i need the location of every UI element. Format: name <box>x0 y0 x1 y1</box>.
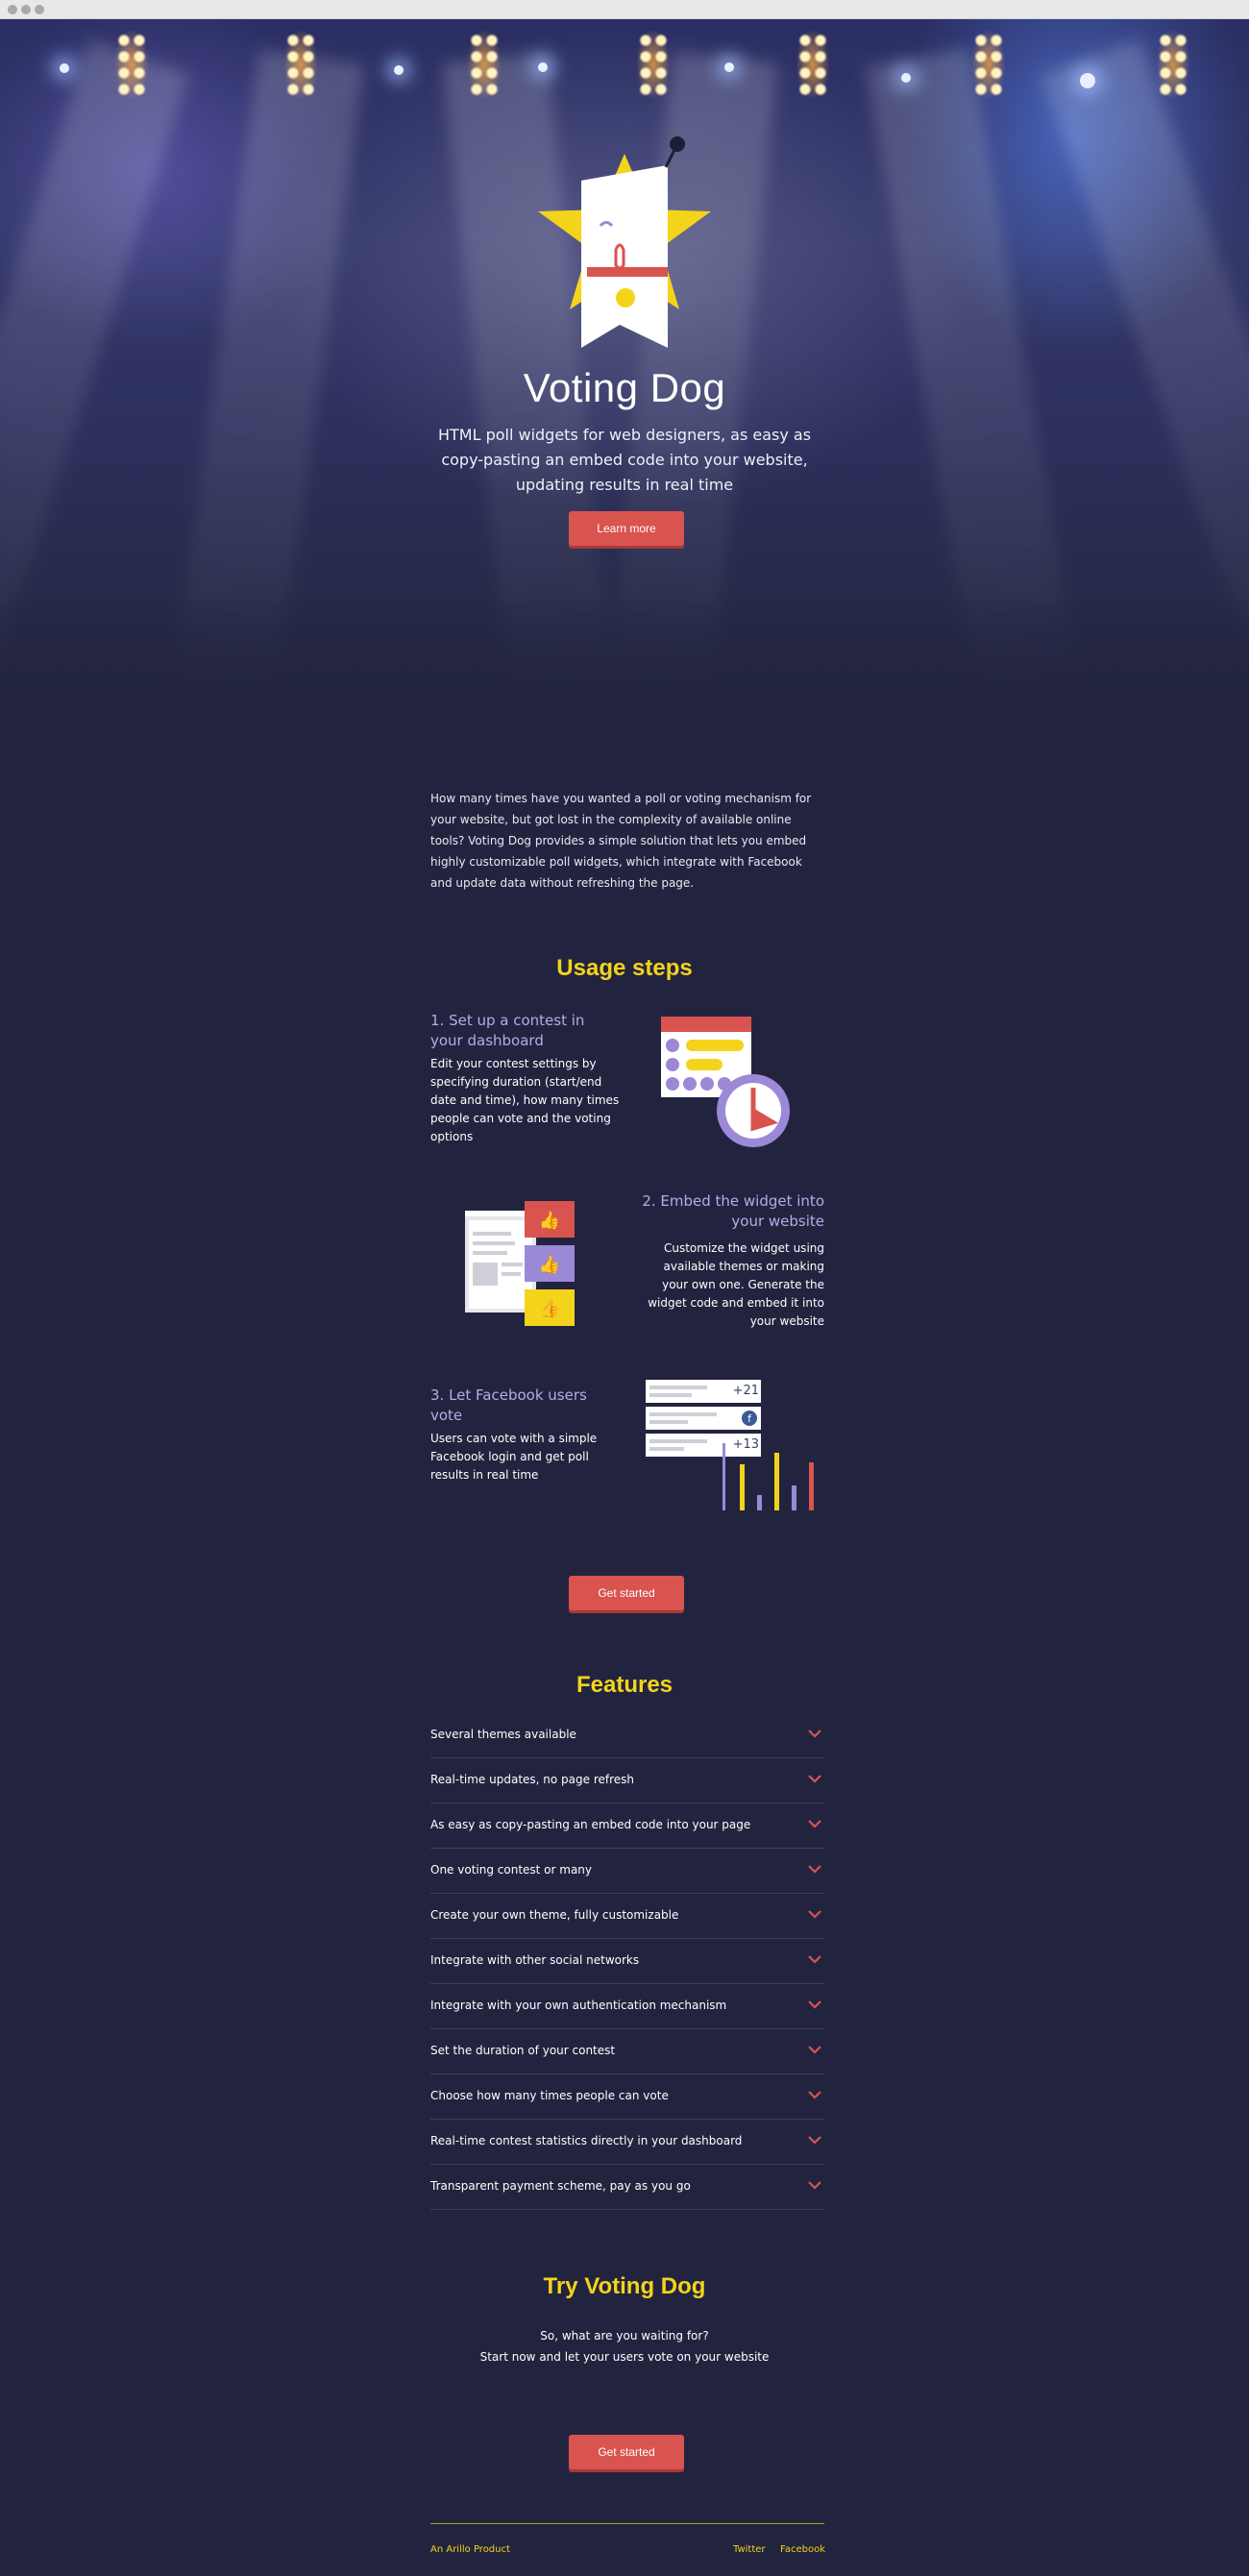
stage-light <box>468 31 501 98</box>
feature-row[interactable]: Real-time contest statistics directly in… <box>430 2120 824 2165</box>
spot-light <box>1080 73 1095 88</box>
stage-light <box>972 31 1005 98</box>
get-started-bottom-button[interactable]: Get started <box>569 2435 684 2469</box>
feature-row[interactable]: As easy as copy-pasting an embed code in… <box>430 1803 824 1849</box>
feature-label: Choose how many times people can vote <box>430 2089 669 2102</box>
try-line-1: So, what are you waiting for? <box>540 2329 709 2343</box>
usage-steps-title: Usage steps <box>556 955 693 981</box>
hero-title: Voting Dog <box>523 365 726 410</box>
step-3-text: Users can vote with a simple Facebook lo… <box>430 1432 598 1482</box>
dashboard-calendar-illustration <box>661 1017 790 1147</box>
feature-row[interactable]: Several themes available <box>430 1713 824 1758</box>
widget-embed-illustration: 👍 👍 👍 <box>465 1201 575 1326</box>
window-zoom-dot[interactable] <box>35 5 44 14</box>
feature-row[interactable]: Set the duration of your contest <box>430 2029 824 2074</box>
svg-text:👍: 👍 <box>539 1298 560 1319</box>
voting-dog-logo <box>538 136 711 348</box>
intro-paragraph: How many times have you wanted a poll or… <box>430 792 812 890</box>
step-3-title: 3. Let Facebook users vote <box>430 1386 587 1424</box>
spot-light <box>60 63 69 73</box>
feature-label: Several themes available <box>430 1728 576 1741</box>
chevron-down-icon[interactable] <box>807 1773 822 1784</box>
feature-label: Transparent payment scheme, pay as you g… <box>430 2179 691 2193</box>
facebook-link[interactable]: Facebook <box>780 2544 825 2555</box>
spot-light <box>901 73 911 83</box>
spot-light <box>724 62 734 72</box>
features-accordion: Several themes available Real-time updat… <box>430 1713 824 2210</box>
feature-row[interactable]: Integrate with other social networks <box>430 1939 824 1984</box>
chevron-down-icon[interactable] <box>807 2134 822 2146</box>
hero-subtitle: HTML poll widgets for web designers, as … <box>437 426 812 494</box>
try-title: Try Voting Dog <box>543 2273 706 2299</box>
feature-label: Integrate with other social networks <box>430 1953 640 1967</box>
chevron-down-icon[interactable] <box>807 1908 822 1920</box>
spot-light <box>394 65 404 75</box>
window-minimize-dot[interactable] <box>21 5 31 14</box>
step-2-title: 2. Embed the widget into your website <box>642 1192 824 1230</box>
feature-label: Create your own theme, fully customizabl… <box>430 1908 679 1922</box>
step-1-title: 1. Set up a contest in your dashboard <box>430 1012 585 1049</box>
stage-light <box>637 31 670 98</box>
feature-row[interactable]: Create your own theme, fully customizabl… <box>430 1894 824 1939</box>
chevron-down-icon[interactable] <box>807 1863 822 1875</box>
step-2-text: Customize the widget using available the… <box>648 1241 824 1328</box>
feature-row[interactable]: Integrate with your own authentication m… <box>430 1984 824 2029</box>
stage-light <box>284 31 317 98</box>
chevron-down-icon[interactable] <box>807 2179 822 2191</box>
chevron-down-icon[interactable] <box>807 1818 822 1829</box>
chevron-down-icon[interactable] <box>807 1728 822 1739</box>
feature-row[interactable]: Choose how many times people can vote <box>430 2074 824 2120</box>
chevron-down-icon[interactable] <box>807 2044 822 2055</box>
step-1-text: Edit your contest settings by specifying… <box>430 1057 620 1143</box>
vote-count-1: +21 <box>732 1384 759 1398</box>
chevron-down-icon[interactable] <box>807 1999 822 2010</box>
footer-divider <box>430 2523 824 2524</box>
svg-text:👍: 👍 <box>539 1210 560 1231</box>
feature-row[interactable]: One voting contest or many <box>430 1849 824 1894</box>
vote-count-2: +13 <box>732 1437 759 1452</box>
features-title: Features <box>576 1672 673 1698</box>
feature-label: One voting contest or many <box>430 1863 593 1877</box>
feature-label: Real-time contest statistics directly in… <box>430 2134 743 2147</box>
svg-text:👍: 👍 <box>539 1254 560 1275</box>
crowd-silhouette <box>0 596 1249 759</box>
learn-more-button[interactable]: Learn more <box>569 511 684 546</box>
feature-row[interactable]: Transparent payment scheme, pay as you g… <box>430 2165 824 2210</box>
twitter-link[interactable]: Twitter <box>733 2544 766 2555</box>
get-started-button[interactable]: Get started <box>569 1576 684 1610</box>
chevron-down-icon[interactable] <box>807 1953 822 1965</box>
feature-label: Real-time updates, no page refresh <box>430 1773 635 1786</box>
stage-light <box>796 31 829 98</box>
feature-label: As easy as copy-pasting an embed code in… <box>430 1818 751 1831</box>
try-line-2: Start now and let your users vote on you… <box>479 2350 770 2364</box>
chevron-down-icon[interactable] <box>807 2089 822 2100</box>
hero-section: Voting Dog HTML poll widgets for web des… <box>0 19 1249 759</box>
stage-light <box>115 31 148 98</box>
spot-light <box>538 62 548 72</box>
arillo-link[interactable]: An Arillo Product <box>430 2544 510 2555</box>
feature-label: Set the duration of your contest <box>430 2044 616 2057</box>
feature-row[interactable]: Real-time updates, no page refresh <box>430 1758 824 1803</box>
feature-label: Integrate with your own authentication m… <box>430 1999 727 2012</box>
stage-light <box>1157 31 1189 98</box>
browser-titlebar <box>0 0 1249 19</box>
window-close-dot[interactable] <box>8 5 17 14</box>
